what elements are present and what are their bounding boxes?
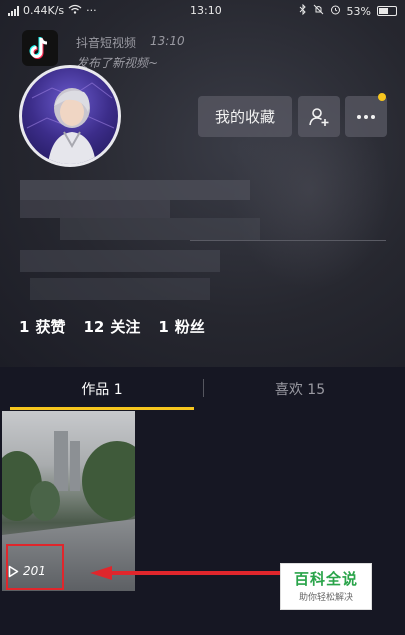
profile-divider — [190, 240, 386, 241]
more-icon — [357, 114, 375, 119]
annotation-highlight-box — [6, 544, 64, 590]
alarm-icon — [330, 4, 341, 18]
followers-stat[interactable]: 1 粉丝 — [158, 316, 204, 337]
wifi-icon — [68, 4, 82, 17]
notification-banner[interactable]: 抖音短视频 13:10 发布了新视频~ — [22, 30, 392, 70]
profile-stats: 1 获赞 12 关注 1 粉丝 — [19, 316, 205, 337]
add-friend-button[interactable] — [298, 96, 340, 137]
avatar[interactable] — [19, 65, 121, 167]
watermark-title: 百科全说 — [293, 570, 358, 588]
notification-app-name: 抖音短视频 — [76, 36, 137, 50]
more-options-button[interactable] — [345, 96, 387, 137]
active-tab-indicator — [10, 407, 194, 410]
status-bar: 0.44K/s ··· 13:10 53% — [0, 0, 405, 22]
tab-likes[interactable]: 喜欢 15 — [205, 367, 395, 411]
following-stat[interactable]: 12 关注 — [83, 316, 140, 337]
battery-icon — [377, 6, 397, 16]
more-notifications-icon: ··· — [86, 4, 97, 17]
signal-icon — [8, 5, 19, 16]
tab-works[interactable]: 作品 1 — [10, 367, 194, 411]
add-user-icon — [309, 107, 329, 126]
watermark-logo: 百科全说 助你轻松解决 — [280, 563, 372, 610]
annotation-arrow-icon — [90, 566, 288, 580]
content-tabs: 作品 1 喜欢 15 — [0, 367, 405, 411]
mute-icon — [313, 4, 324, 18]
notification-time: 13:10 — [150, 34, 185, 48]
watermark-subtitle: 助你轻松解决 — [298, 593, 353, 603]
douyin-logo-icon — [22, 30, 58, 66]
tab-divider — [203, 379, 204, 397]
battery-percent: 53% — [346, 4, 371, 18]
status-time: 13:10 — [190, 4, 222, 17]
new-notification-dot — [378, 93, 386, 101]
bluetooth-icon — [299, 3, 307, 18]
likes-stat[interactable]: 1 获赞 — [19, 316, 65, 337]
network-speed: 0.44K/s — [23, 4, 65, 17]
favorites-button[interactable]: 我的收藏 — [198, 96, 292, 137]
